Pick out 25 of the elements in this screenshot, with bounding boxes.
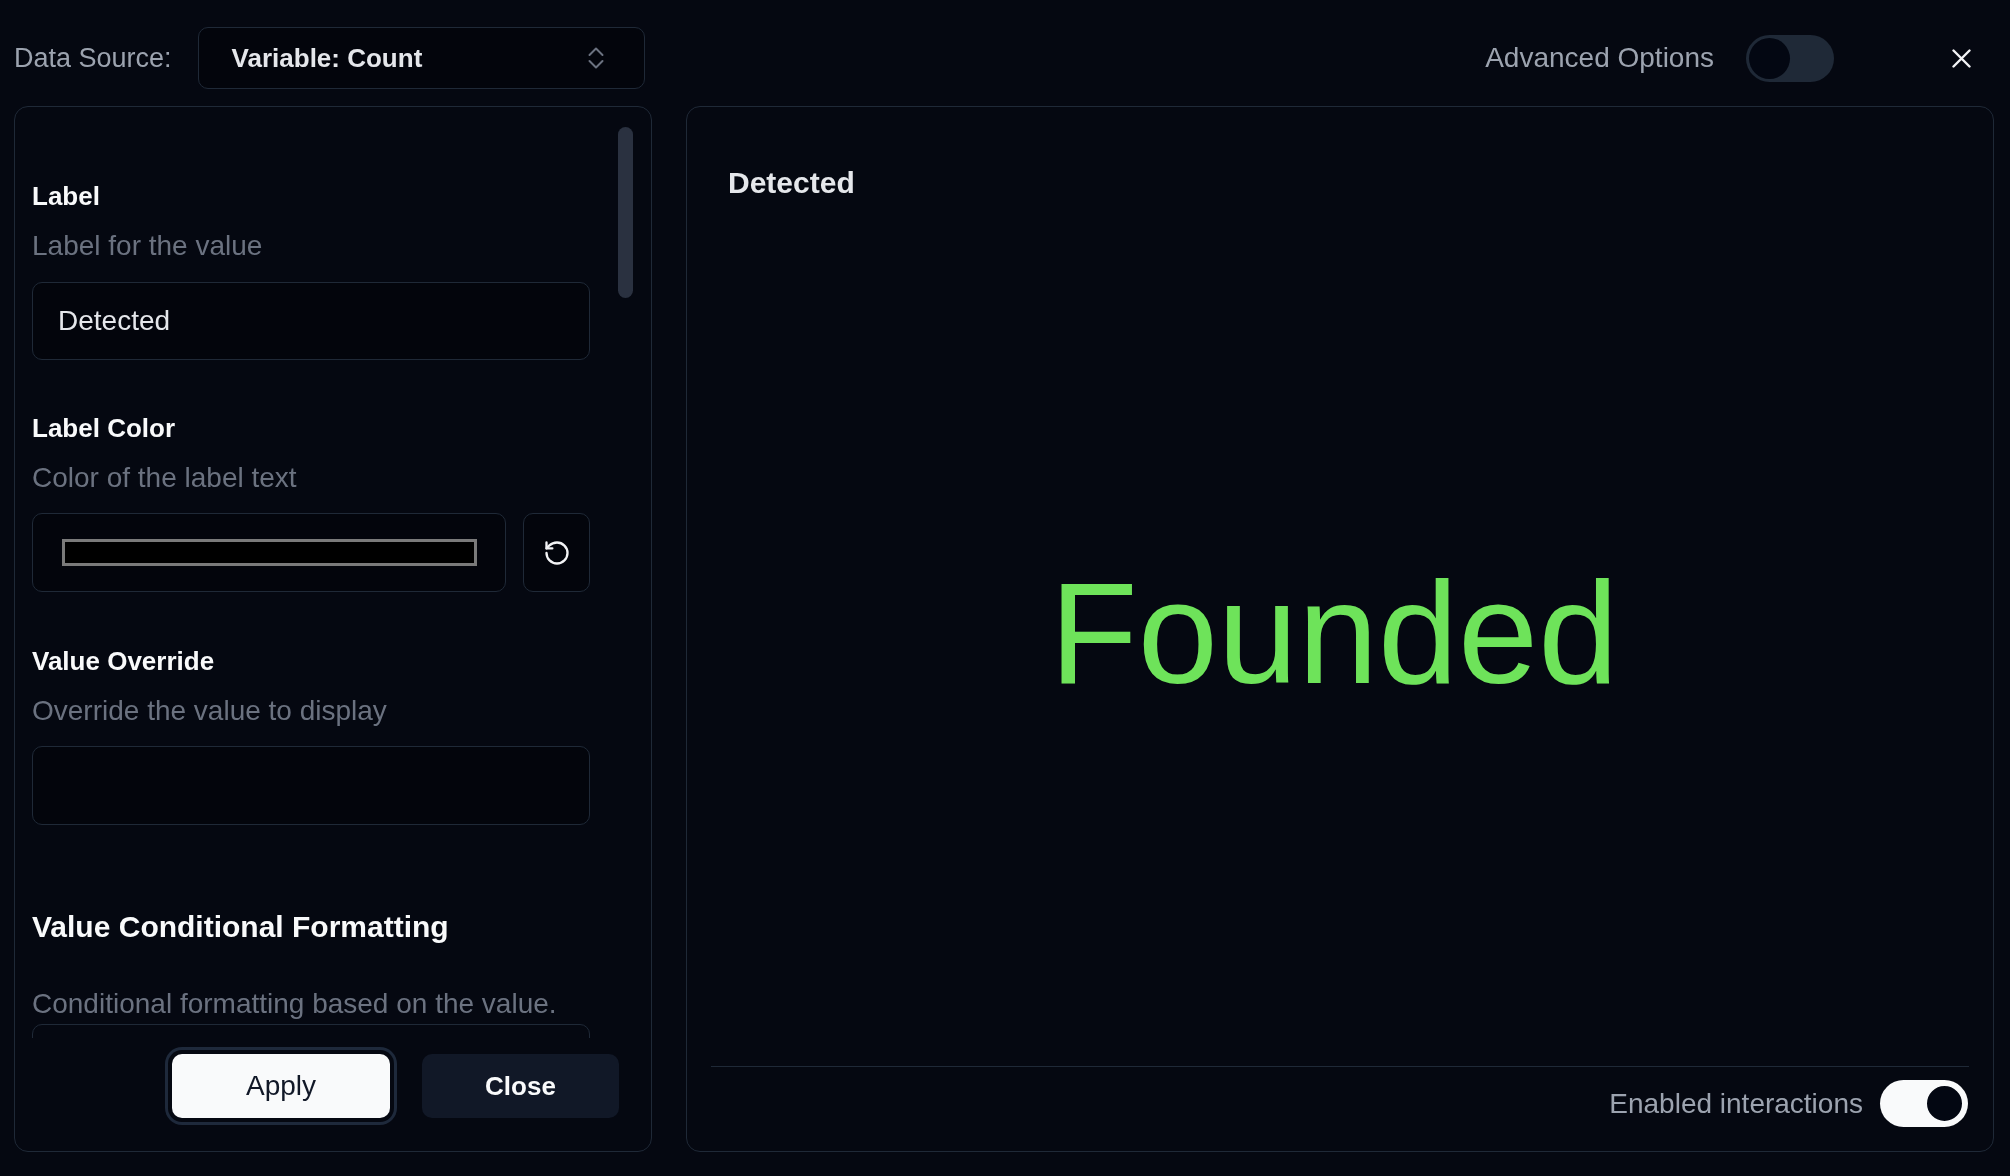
field-description: Color of the label text — [32, 462, 297, 494]
interactions-label: Enabled interactions — [1609, 1086, 1863, 1121]
field-label: Label Color — [32, 412, 175, 444]
reset-icon — [542, 538, 571, 567]
section-title: Value Conditional Formatting — [32, 909, 449, 945]
section-description: Conditional formatting based on the value. — [32, 988, 557, 1020]
preview-title: Detected — [728, 165, 855, 201]
scrollbar-thumb[interactable] — [618, 127, 633, 298]
field-description: Override the value to display — [32, 695, 387, 727]
field-label: Label — [32, 180, 100, 212]
close-icon[interactable] — [1952, 48, 1971, 68]
toggle-switch[interactable] — [1746, 34, 1834, 82]
field-label: Value Override — [32, 645, 215, 677]
data-source-label: Data Source: — [14, 41, 172, 75]
field-description: Label for the value — [32, 230, 263, 262]
reset-button[interactable] — [523, 513, 590, 592]
toggle-switch[interactable] — [1880, 1080, 1968, 1127]
advanced-options-label: Advanced Options — [1485, 41, 1714, 75]
data-source-select[interactable]: Variable: Count — [197, 27, 645, 89]
close-button[interactable]: Close — [422, 1054, 619, 1118]
preview-value: Founded — [1049, 551, 1619, 716]
color-field[interactable] — [32, 513, 506, 592]
input-field[interactable]: Detected — [32, 282, 590, 360]
input-field[interactable] — [32, 746, 590, 825]
chevrons-up-down-icon — [587, 47, 604, 69]
